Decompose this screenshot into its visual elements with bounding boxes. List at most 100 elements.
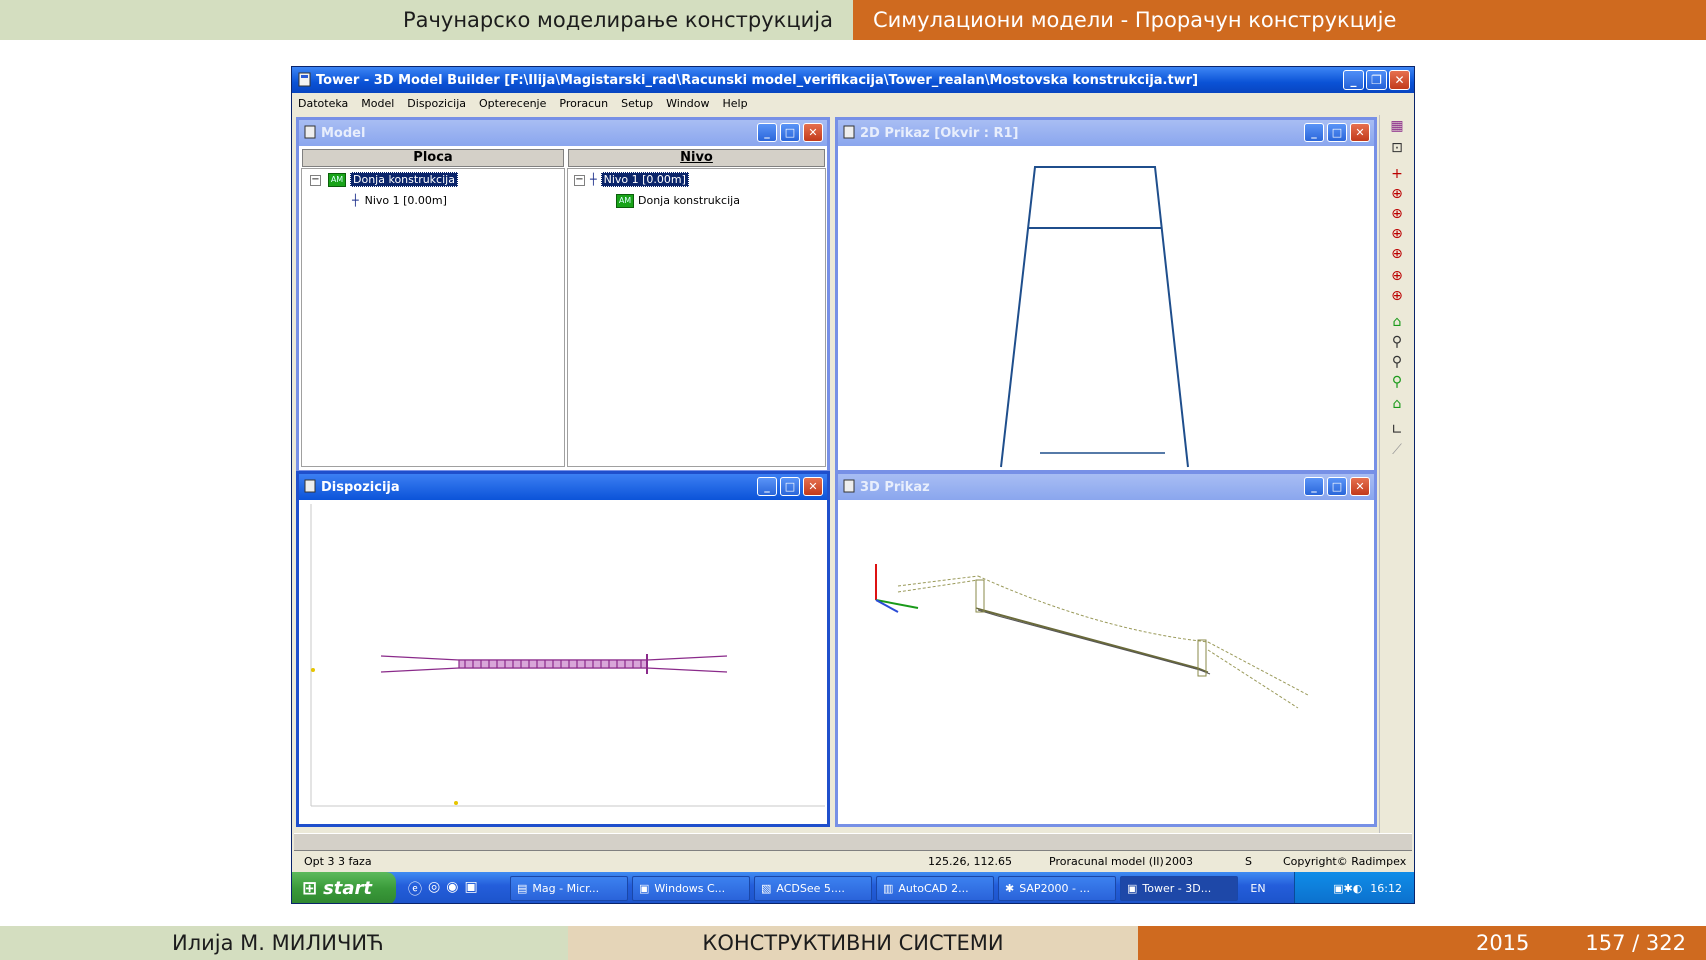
task-acdsee[interactable]: ▧ ACDSee 5.... xyxy=(754,876,872,901)
node-tool-icon[interactable]: ⊕ xyxy=(1387,267,1407,285)
footer-author: Илија М. МИЛИЧИЋ xyxy=(0,926,568,960)
collapse-icon[interactable]: − xyxy=(310,175,321,186)
menu-proracun[interactable]: Proracun xyxy=(559,97,608,110)
close-button[interactable]: ✕ xyxy=(1350,477,1370,496)
maximize-button[interactable]: □ xyxy=(1327,123,1347,142)
pan-icon[interactable]: ⚲ xyxy=(1387,373,1407,391)
tree-item-label: Nivo 1 [0.00m] xyxy=(364,194,447,207)
window-icon xyxy=(843,479,855,493)
language-indicator[interactable]: EN xyxy=(1238,882,1278,895)
tree-item-donja-konstrukcija[interactable]: AM Donja konstrukcija xyxy=(328,172,458,188)
model-window-titlebar[interactable]: Model _ □ ✕ xyxy=(299,120,827,146)
slab-icon: AM xyxy=(328,173,346,187)
window-icon xyxy=(304,479,316,493)
add-node-icon[interactable]: + xyxy=(1387,165,1407,183)
horizontal-scrollbar[interactable] xyxy=(294,833,1412,851)
minimize-button[interactable]: _ xyxy=(1343,70,1364,90)
menu-setup[interactable]: Setup xyxy=(621,97,653,110)
task-label: Mag - Micr... xyxy=(532,882,600,895)
app-window: Tower - 3D Model Builder [F:\Ilija\Magis… xyxy=(291,66,1415,904)
header-right: Симулациони модели - Прорачун конструкци… xyxy=(853,0,1706,40)
browser-icon[interactable]: ◎ xyxy=(428,879,440,899)
grid-icon[interactable]: ▦ xyxy=(1387,117,1407,135)
collapse-icon[interactable]: − xyxy=(574,175,585,186)
node-tool-icon[interactable]: ⊕ xyxy=(1387,225,1407,243)
menu-dispozicija[interactable]: Dispozicija xyxy=(407,97,466,110)
media-icon[interactable]: ◉ xyxy=(446,879,458,899)
status-s: S xyxy=(1245,855,1252,868)
home-icon[interactable]: ⌂ xyxy=(1387,313,1407,331)
tower-frame-outline xyxy=(1000,166,1189,468)
plan-drawing[interactable] xyxy=(299,500,827,824)
node-tool-icon[interactable]: ⊕ xyxy=(1387,287,1407,305)
model-window-title: Model xyxy=(321,125,366,141)
minimize-button[interactable]: _ xyxy=(1304,123,1324,142)
app-icon[interactable]: ▣ xyxy=(464,879,477,899)
nivo-tree: − ┼ Nivo 1 [0.00m] AM Donja konstrukcija xyxy=(567,168,826,467)
minimize-button[interactable]: _ xyxy=(757,123,777,142)
menu-bar: Datoteka Model Dispozicija Opterecenje P… xyxy=(292,93,1414,113)
model-3d-drawing[interactable] xyxy=(838,500,1374,824)
prikaz-2d-title: 2D Prikaz [Okvir : R1] xyxy=(860,125,1019,141)
app-titlebar: Tower - 3D Model Builder [F:\Ilija\Magis… xyxy=(292,67,1414,93)
frame-select-icon[interactable]: ⊡ xyxy=(1387,139,1407,157)
status-bar: Opt 3 3 faza 125.26, 112.65 Proracunal m… xyxy=(292,852,1414,872)
app-title: Tower - 3D Model Builder [F:\Ilija\Magis… xyxy=(316,72,1199,88)
minimize-button[interactable]: _ xyxy=(757,477,777,496)
close-button[interactable]: ✕ xyxy=(803,477,823,496)
close-button[interactable]: ✕ xyxy=(803,123,823,142)
footer-page: 157 / 322 xyxy=(1585,931,1686,955)
dispozicija-titlebar[interactable]: Dispozicija _ □ ✕ xyxy=(299,474,827,500)
prikaz-2d-titlebar[interactable]: 2D Prikaz [Okvir : R1] _ □ ✕ xyxy=(838,120,1374,146)
close-button[interactable]: ✕ xyxy=(1389,70,1410,90)
task-label: AutoCAD 2... xyxy=(898,882,969,895)
node-tool-icon[interactable]: ⊕ xyxy=(1387,185,1407,203)
view-icon[interactable]: ⌂ xyxy=(1387,395,1407,413)
model-window: Model _ □ ✕ Ploca Nivo − AM Donja konstru… xyxy=(296,117,830,473)
menu-datoteka[interactable]: Datoteka xyxy=(298,97,348,110)
task-label: Tower - 3D... xyxy=(1142,882,1212,895)
restore-button[interactable]: ❐ xyxy=(1366,70,1387,90)
zoom-window-icon[interactable]: ⚲ xyxy=(1387,333,1407,351)
minimize-button[interactable]: _ xyxy=(1304,477,1324,496)
word-icon: ▤ xyxy=(517,882,528,895)
right-toolbar: ▦ ⊡ + ⊕ ⊕ ⊕ ⊕ ⊕ ⊕ ⌂ ⚲ ⚲ ⚲ ⌂ ∟ ⟋ xyxy=(1379,115,1413,845)
menu-window[interactable]: Window xyxy=(666,97,709,110)
ie-icon[interactable]: ⓔ xyxy=(408,879,422,899)
column-header-nivo[interactable]: Nivo xyxy=(568,149,825,167)
frame-drawing[interactable] xyxy=(838,146,1374,470)
node-tool-icon[interactable]: ⊕ xyxy=(1387,205,1407,223)
tree-item-label: Donja konstrukcija xyxy=(638,194,740,207)
acdsee-icon: ▧ xyxy=(761,882,772,895)
maximize-button[interactable]: □ xyxy=(1327,477,1347,496)
node-tool-icon[interactable]: ⊕ xyxy=(1387,245,1407,263)
tree-item-nivo-1[interactable]: ┼ Nivo 1 [0.00m] xyxy=(590,172,689,188)
menu-model[interactable]: Model xyxy=(361,97,394,110)
tree-item-nivo-1[interactable]: ┼ Nivo 1 [0.00m] xyxy=(352,193,447,209)
maximize-button[interactable]: □ xyxy=(780,477,800,496)
tree-item-donja-konstrukcija[interactable]: AM Donja konstrukcija xyxy=(616,193,740,209)
task-autocad[interactable]: ▥ AutoCAD 2... xyxy=(876,876,994,901)
task-sap2000[interactable]: ✱ SAP2000 - ... xyxy=(998,876,1116,901)
task-windows-commander[interactable]: ▣ Windows C... xyxy=(632,876,750,901)
menu-opterecenje[interactable]: Opterecenje xyxy=(479,97,546,110)
close-button[interactable]: ✕ xyxy=(1350,123,1370,142)
zoom-out-icon[interactable]: ⚲ xyxy=(1387,353,1407,371)
status-year: 2003 xyxy=(1165,855,1193,868)
tray-icons[interactable]: ▣✱◐ xyxy=(1333,882,1362,895)
start-button[interactable]: ⊞ start xyxy=(292,872,396,903)
column-header-ploca[interactable]: Ploca xyxy=(302,149,564,167)
axes-icon xyxy=(875,564,919,613)
menu-help[interactable]: Help xyxy=(723,97,748,110)
maximize-button[interactable]: □ xyxy=(780,123,800,142)
dimension-icon[interactable]: ∟ xyxy=(1387,421,1407,439)
prikaz-3d-titlebar[interactable]: 3D Prikaz _ □ ✕ xyxy=(838,474,1374,500)
taskbar: ⊞ start ⓔ ◎ ◉ ▣ ▤ Mag - Micr... ▣ Windows C… xyxy=(292,872,1414,903)
measure-icon[interactable]: ⟋ xyxy=(1387,441,1407,459)
task-tower[interactable]: ▣ Tower - 3D... xyxy=(1120,876,1238,901)
task-word[interactable]: ▤ Mag - Micr... xyxy=(510,876,628,901)
task-label: Windows C... xyxy=(654,882,726,895)
commander-icon: ▣ xyxy=(639,882,650,895)
tree-item-label: Donja konstrukcija xyxy=(350,172,458,187)
prikaz-3d-window: 3D Prikaz _ □ ✕ xyxy=(835,471,1377,827)
